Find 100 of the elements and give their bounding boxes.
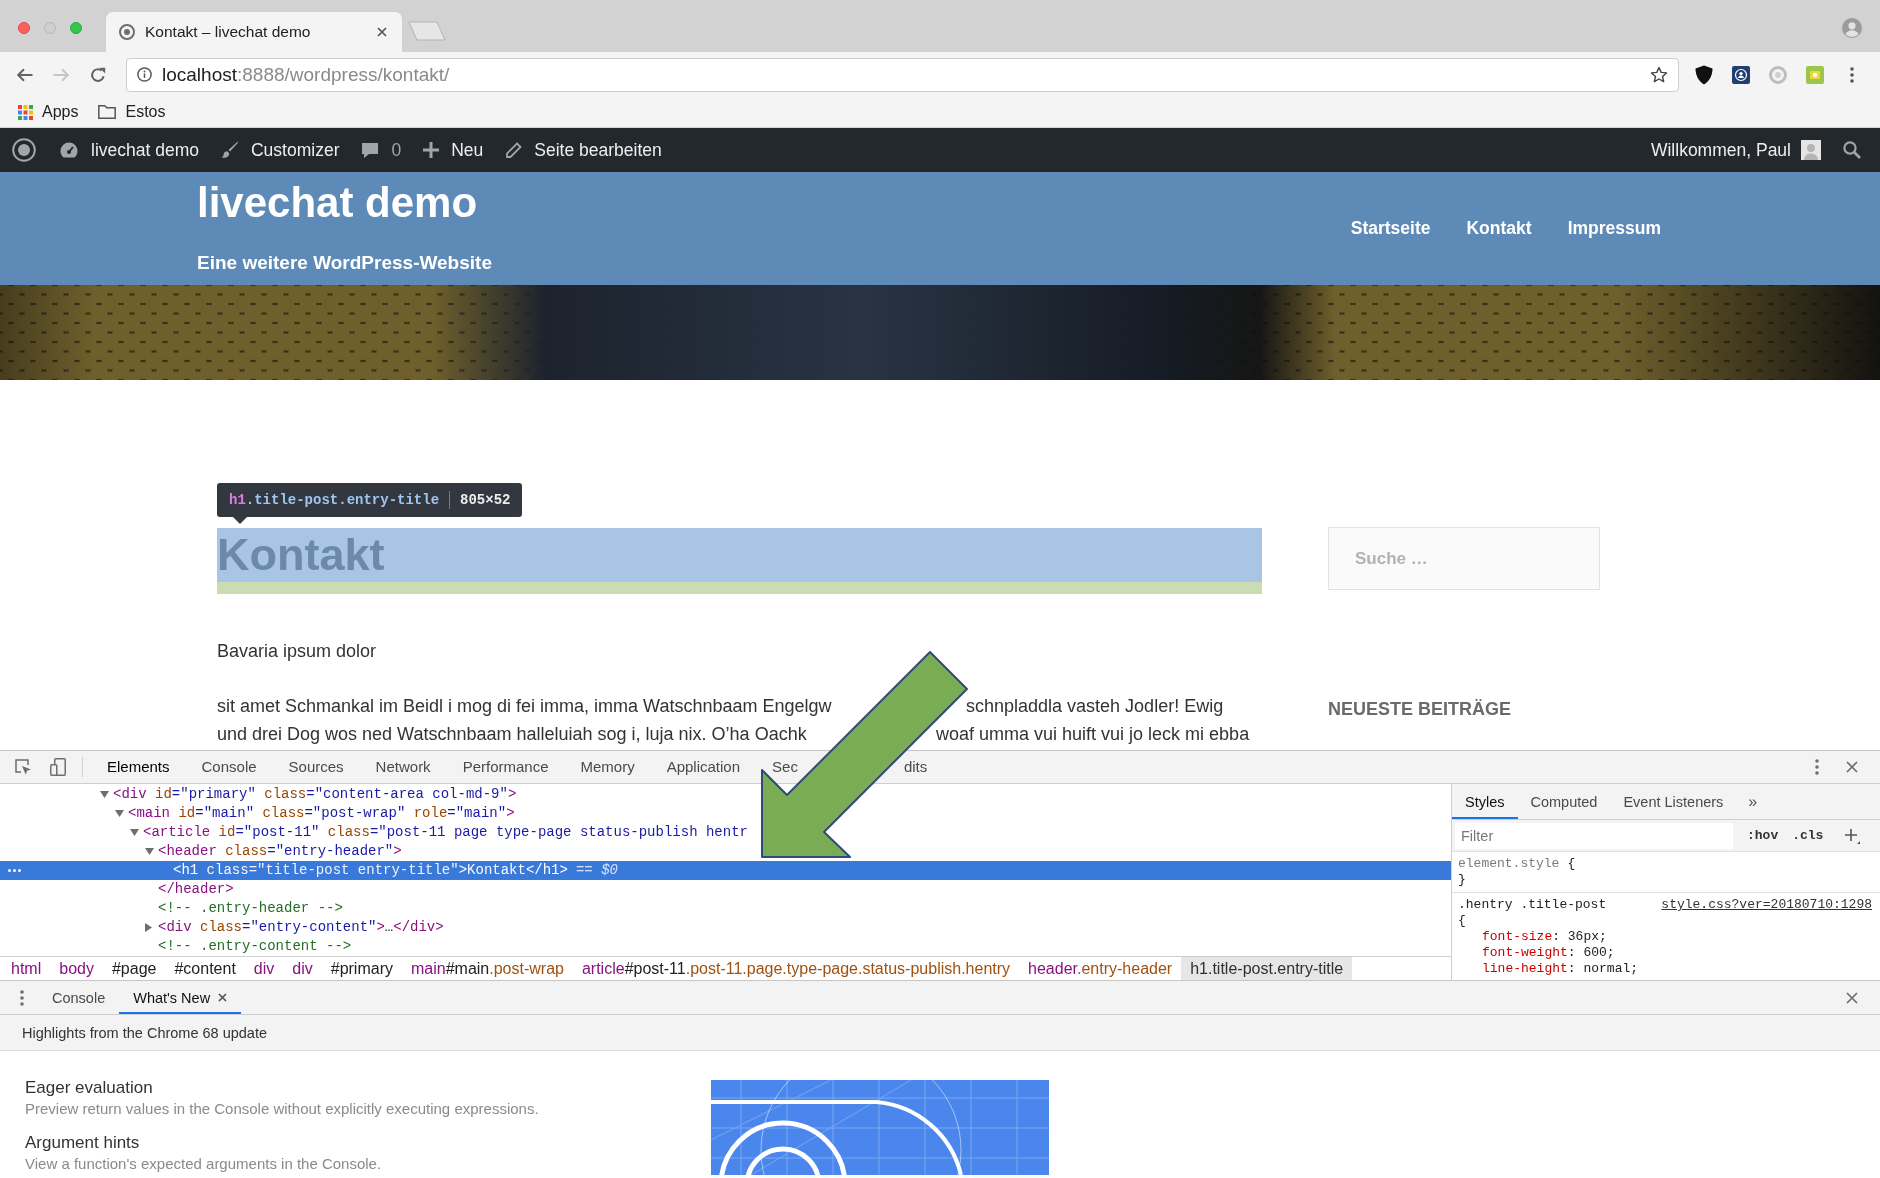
tile-icon[interactable] — [1806, 65, 1824, 84]
selector-label: h1.title-post.entry-title — [229, 492, 440, 508]
admin-bar-link[interactable]: 0 — [350, 128, 413, 172]
drawer-tab[interactable]: Console — [38, 981, 120, 1014]
admin-bar-link[interactable]: Seite bearbeiten — [494, 128, 673, 172]
devtools-tab[interactable]: Network — [359, 755, 447, 779]
breadcrumb[interactable]: main#main.post-wrap — [401, 957, 573, 980]
reload-icon[interactable] — [90, 66, 106, 83]
browser-tab[interactable]: Kontakt – livechat demo — [106, 12, 402, 52]
breadcrumb[interactable]: html — [2, 957, 51, 980]
dom-node[interactable]: <div class="entry-content">…</div> — [158, 918, 444, 937]
styles-tab[interactable]: Computed — [1517, 784, 1611, 819]
avatar-icon — [1801, 140, 1821, 160]
admin-bar-link[interactable]: Neu — [412, 128, 495, 172]
source-link[interactable]: style.css?ver=20180710:1298 — [1661, 897, 1872, 913]
site-title[interactable]: livechat demo — [197, 178, 478, 228]
paragraph-text: woaf umma vui huift vui jo leck mi ebba — [936, 723, 1250, 745]
triangle-down-icon[interactable] — [115, 810, 124, 817]
devtools-tab[interactable]: Performance — [446, 755, 565, 779]
menu-icon[interactable] — [1850, 66, 1854, 83]
badge-icon[interactable] — [1732, 65, 1750, 84]
nav-link[interactable]: Impressum — [1567, 218, 1661, 239]
search-icon[interactable] — [1843, 141, 1861, 159]
plus-icon[interactable] — [1844, 827, 1860, 844]
pencil-icon — [505, 141, 523, 159]
devtools-tab[interactable]: dits — [903, 755, 944, 779]
nav-link[interactable]: Startseite — [1350, 218, 1431, 239]
devtools-tab[interactable]: Memory — [564, 755, 651, 779]
drawer-subtitle: Highlights from the Chrome 68 update — [22, 1024, 268, 1041]
close-icon[interactable] — [218, 993, 228, 1002]
window-close-icon[interactable] — [18, 22, 30, 34]
admin-bar-link[interactable]: Customizer — [210, 128, 351, 172]
dom-node[interactable]: <main id="main" class="post-wrap" role="main"> — [128, 804, 515, 823]
selection-highlight[interactable]: <h1 class="title-post entry-title">Kontakt</h1> == $0 — [0, 861, 1451, 880]
devtools-tab[interactable]: Elements — [91, 755, 186, 779]
feature-description: Preview return values in the Console without explicitly executing expressions. — [25, 1099, 539, 1119]
apps-grid-icon — [18, 104, 33, 120]
more-icon[interactable] — [1815, 759, 1819, 775]
css-declaration: font-size: 36px; — [1482, 929, 1607, 945]
dom-node[interactable]: <div id="primary" class="content-area col-md-9"> — [113, 785, 517, 804]
feature-title: Eager evaluation — [25, 1077, 153, 1099]
devtools-tab[interactable]: Application — [650, 755, 757, 779]
paragraph-text: schnpladdla vasteh Jodler! Ewig — [966, 695, 1224, 717]
inspect-icon[interactable] — [14, 758, 32, 776]
back-icon[interactable] — [16, 67, 33, 82]
bookmark[interactable]: Apps — [18, 103, 79, 121]
logo-icon[interactable] — [12, 138, 36, 162]
closing-tag[interactable]: </header> — [158, 880, 234, 899]
star-icon[interactable] — [1650, 65, 1668, 84]
triangle-down-icon[interactable] — [145, 848, 154, 855]
dom-node[interactable]: <header class="entry-header"> — [158, 842, 402, 861]
drawer-tab[interactable]: What's New — [119, 981, 242, 1014]
breadcrumb[interactable]: #content — [165, 957, 245, 980]
devtools-tab[interactable]: Sources — [272, 755, 360, 779]
breadcrumb[interactable]: div — [244, 957, 284, 980]
breadcrumb[interactable]: body — [50, 957, 103, 980]
code-brace: { — [1458, 913, 1466, 929]
feature-title: Argument hints — [25, 1132, 140, 1154]
devtools-tab[interactable]: Console — [185, 755, 273, 779]
shield-icon[interactable] — [1695, 64, 1713, 85]
triangle-right-icon[interactable] — [145, 923, 152, 932]
more-icon[interactable] — [20, 989, 24, 1006]
close-icon[interactable] — [1846, 991, 1858, 1004]
filter-field[interactable]: Filter — [1455, 822, 1733, 849]
close-icon[interactable] — [1846, 761, 1858, 773]
triangle-down-icon[interactable] — [130, 829, 139, 836]
address-field[interactable]: localhost:8888/wordpress/kontakt/ — [126, 57, 1679, 92]
more-tabs-button[interactable]: » — [1736, 784, 1770, 819]
breadcrumb[interactable]: div — [283, 957, 322, 980]
breadcrumb[interactable]: #page — [102, 957, 166, 980]
breadcrumb[interactable]: header.entry-header — [1019, 957, 1182, 980]
styles-tab[interactable]: Styles — [1452, 784, 1518, 819]
dom-node[interactable]: <h1 class="title-post entry-title">Kontakt</h1> — [173, 861, 568, 880]
html-comment[interactable]: <!-- .entry-header --> — [158, 899, 343, 918]
plus-icon — [423, 142, 440, 158]
admin-bar-link[interactable]: livechat demo — [48, 128, 210, 172]
nav-link[interactable]: Kontakt — [1466, 218, 1532, 239]
sidebar-heading: NEUESTE BEITRÄGE — [1328, 698, 1512, 721]
search-field[interactable]: Suche … — [1328, 527, 1600, 590]
speech-bubble-icon — [361, 141, 380, 159]
css-declaration: font-weight: 600; — [1482, 945, 1615, 961]
ellipsis-icon[interactable] — [8, 869, 21, 872]
css-selector: .hentry .title-post — [1458, 897, 1607, 913]
dom-node[interactable]: <article id="post-11" class="post-11 page type-page status-publish hentr — [143, 823, 748, 842]
breadcrumb[interactable]: article#post-11.post-11.page.type-page.status-publish.hentry — [572, 957, 1020, 980]
html-comment[interactable]: <!-- .entry-content --> — [158, 937, 352, 956]
breadcrumb[interactable]: h1.title-post.entry-title — [1181, 957, 1353, 980]
device-icon[interactable] — [50, 758, 66, 776]
devtools-tab[interactable]: Sec — [756, 755, 798, 779]
bookmark[interactable]: Estos — [98, 103, 166, 121]
close-icon[interactable] — [377, 27, 387, 37]
breadcrumb[interactable]: #primary — [321, 957, 402, 980]
size-label: 805×52 — [460, 492, 511, 508]
toggle-button[interactable]: :hov — [1747, 828, 1779, 843]
toggle-button[interactable]: .cls — [1792, 828, 1824, 843]
triangle-down-icon[interactable] — [100, 791, 109, 798]
folder-icon — [98, 105, 117, 119]
styles-tab[interactable]: Event Listeners — [1610, 784, 1737, 819]
css-declaration: line-height: normal; — [1482, 961, 1639, 977]
account-link[interactable]: Willkommen, Paul — [1650, 139, 1821, 161]
